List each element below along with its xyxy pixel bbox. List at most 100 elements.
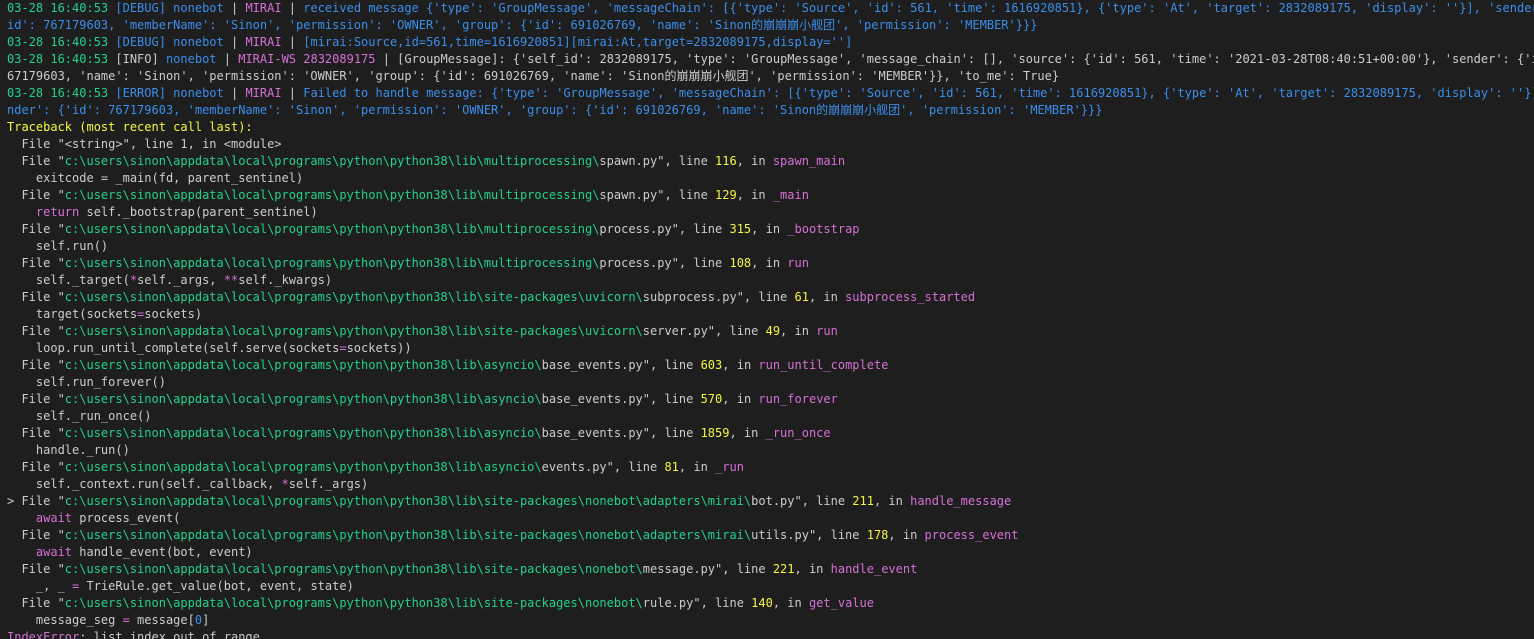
- terminal-line: loop.run_until_complete(self.serve(socke…: [7, 340, 1534, 357]
- terminal-text-span: events.py: [541, 460, 607, 474]
- terminal-text-span: self._target(: [7, 273, 130, 287]
- terminal-line: File "c:\users\sinon\appdata\local\progr…: [7, 221, 1534, 238]
- terminal-text-span: c:\users\sinon\appdata\local\programs\py…: [64, 392, 542, 406]
- terminal-line: message_seg = message[0]: [7, 612, 1534, 629]
- terminal-text-span: File ": [7, 222, 65, 236]
- terminal-text-span: 03-28 16:40:53: [7, 52, 116, 66]
- terminal-text-span: , in: [729, 426, 766, 440]
- terminal-text-span: File ": [7, 460, 65, 474]
- terminal-text-span: server.py: [642, 324, 708, 338]
- terminal-text-span: await: [35, 545, 73, 559]
- terminal-text-span: ", line: [736, 290, 795, 304]
- terminal-text-span: subprocess_started: [845, 290, 976, 304]
- terminal-text-span: ", line: [693, 596, 752, 610]
- terminal-line: _, _ = TrieRule.get_value(bot, event, st…: [7, 578, 1534, 595]
- terminal-text-span: ]: [202, 613, 210, 627]
- terminal-text-span: File ": [7, 392, 65, 406]
- terminal-text-span: base_events.py: [541, 358, 643, 372]
- terminal-text-span: , in: [736, 154, 773, 168]
- terminal-text-span: File ": [7, 596, 65, 610]
- terminal-text-span: exitcode = _main(fd, parent_sentinel): [7, 171, 304, 185]
- terminal-text-span: c:\users\sinon\appdata\local\programs\py…: [64, 528, 752, 542]
- terminal-text-span: c:\users\sinon\appdata\local\programs\py…: [64, 562, 643, 576]
- terminal-text-span: File ": [7, 358, 65, 372]
- terminal-text-span: get_value: [808, 596, 874, 610]
- terminal-text-span: [DEBUG]: [115, 1, 174, 15]
- terminal-text-span: 03-28 16:40:53: [7, 1, 116, 15]
- terminal-text-span: [INFO]: [115, 52, 166, 66]
- terminal-text-span: 03-28 16:40:53: [7, 86, 116, 100]
- terminal-text-span: base_events.py: [541, 426, 643, 440]
- terminal-line: IndexError: list index out of range: [7, 629, 1534, 639]
- terminal-text-span: message_seg: [7, 613, 123, 627]
- terminal-text-span: self.run(): [7, 239, 109, 253]
- terminal-line: File "c:\users\sinon\appdata\local\progr…: [7, 391, 1534, 408]
- terminal-text-span: 221: [772, 562, 795, 576]
- terminal-text-span: , in: [722, 358, 759, 372]
- terminal-text-span: [mirai:Source,id=561,time=1616920851][mi…: [303, 35, 853, 49]
- terminal-text-span: c:\users\sinon\appdata\local\programs\py…: [64, 154, 600, 168]
- terminal-text-span: , in: [772, 596, 809, 610]
- terminal-text-span: handle_event(bot, event): [72, 545, 253, 559]
- terminal-text-span: =: [339, 341, 347, 355]
- terminal-text-span: File ": [7, 256, 65, 270]
- terminal-text-span: self._run_once(): [7, 409, 152, 423]
- terminal-text-span: message.py: [642, 562, 716, 576]
- terminal-line: 03-28 16:40:53 [ERROR] nonebot | MIRAI |…: [7, 85, 1534, 102]
- terminal-text-span: spawn.py: [599, 154, 658, 168]
- terminal-text-span: c:\users\sinon\appdata\local\programs\py…: [64, 256, 600, 270]
- terminal-text-span: _bootstrap: [787, 222, 860, 236]
- terminal-text-span: process_event(: [72, 511, 181, 525]
- terminal-output[interactable]: 03-28 16:40:53 [DEBUG] nonebot | MIRAI |…: [0, 0, 1534, 639]
- terminal-text-span: spawn_main: [772, 154, 846, 168]
- terminal-line: self._run_once(): [7, 408, 1534, 425]
- terminal-line: self.run(): [7, 238, 1534, 255]
- terminal-text-span: self.run_forever(): [7, 375, 166, 389]
- terminal-text-span: File ": [7, 426, 65, 440]
- terminal-text-span: , in: [678, 460, 716, 474]
- terminal-text-span: handle_event: [830, 562, 918, 576]
- terminal-text-span: |: [281, 86, 304, 100]
- terminal-text-span: ", line: [715, 562, 773, 576]
- terminal-text-span: File ": [7, 290, 65, 304]
- terminal-text-span: ", line: [671, 256, 730, 270]
- terminal-text-span: Traceback (most recent call last):: [7, 120, 253, 134]
- terminal-line: 67179603, 'name': 'Sinon', 'permission':…: [7, 68, 1534, 85]
- terminal-text-span: ", line: [642, 358, 701, 372]
- terminal-text-span: rule.py: [642, 596, 694, 610]
- terminal-text-span: _run_once: [765, 426, 831, 440]
- terminal-text-span: File ": [7, 562, 65, 576]
- terminal-text-span: c:\users\sinon\appdata\local\programs\py…: [64, 290, 643, 304]
- terminal-text-span: [7, 205, 36, 219]
- terminal-text-span: 140: [751, 596, 773, 610]
- terminal-text-span: ", line: [657, 188, 716, 202]
- terminal-text-span: *: [129, 273, 138, 287]
- terminal-text-span: MIRAI: [245, 86, 282, 100]
- terminal-text-span: ", line: [808, 528, 867, 542]
- terminal-line: id': 767179603, 'memberName': 'Sinon', '…: [7, 17, 1534, 34]
- terminal-text-span: File "<string>", line 1, in <module>: [7, 137, 282, 151]
- terminal-text-span: ", line: [794, 494, 853, 508]
- terminal-line: 03-28 16:40:53 [DEBUG] nonebot | MIRAI |…: [7, 34, 1534, 51]
- terminal-line: Traceback (most recent call last):: [7, 119, 1534, 136]
- terminal-text-span: target(sockets: [7, 307, 138, 321]
- terminal-text-span: c:\users\sinon\appdata\local\programs\py…: [64, 426, 542, 440]
- terminal-text-span: process.py: [599, 222, 672, 236]
- terminal-text-span: self._kwargs): [238, 273, 333, 287]
- terminal-text-span: 178: [866, 528, 889, 542]
- terminal-text-span: _run: [715, 460, 744, 474]
- terminal-text-span: self._args): [288, 477, 369, 491]
- terminal-text-span: 603: [700, 358, 723, 372]
- terminal-text-span: | [GroupMessage]: {'self_id': 2832089175…: [375, 52, 1534, 66]
- terminal-text-span: self._context.run(self._callback,: [7, 477, 282, 491]
- terminal-text-span: id': 767179603, 'memberName': 'Sinon', '…: [7, 18, 1038, 32]
- terminal-line: File "<string>", line 1, in <module>: [7, 136, 1534, 153]
- terminal-text-span: ", line: [671, 222, 730, 236]
- terminal-text-span: 129: [715, 188, 737, 202]
- terminal-text-span: , in: [888, 528, 925, 542]
- terminal-text-span: ", line: [657, 154, 716, 168]
- terminal-text-span: File ": [7, 324, 65, 338]
- terminal-text-span: TrieRule.get_value(bot, event, state): [79, 579, 354, 593]
- terminal-text-span: [DEBUG]: [115, 35, 174, 49]
- terminal-text-span: 570: [700, 392, 723, 406]
